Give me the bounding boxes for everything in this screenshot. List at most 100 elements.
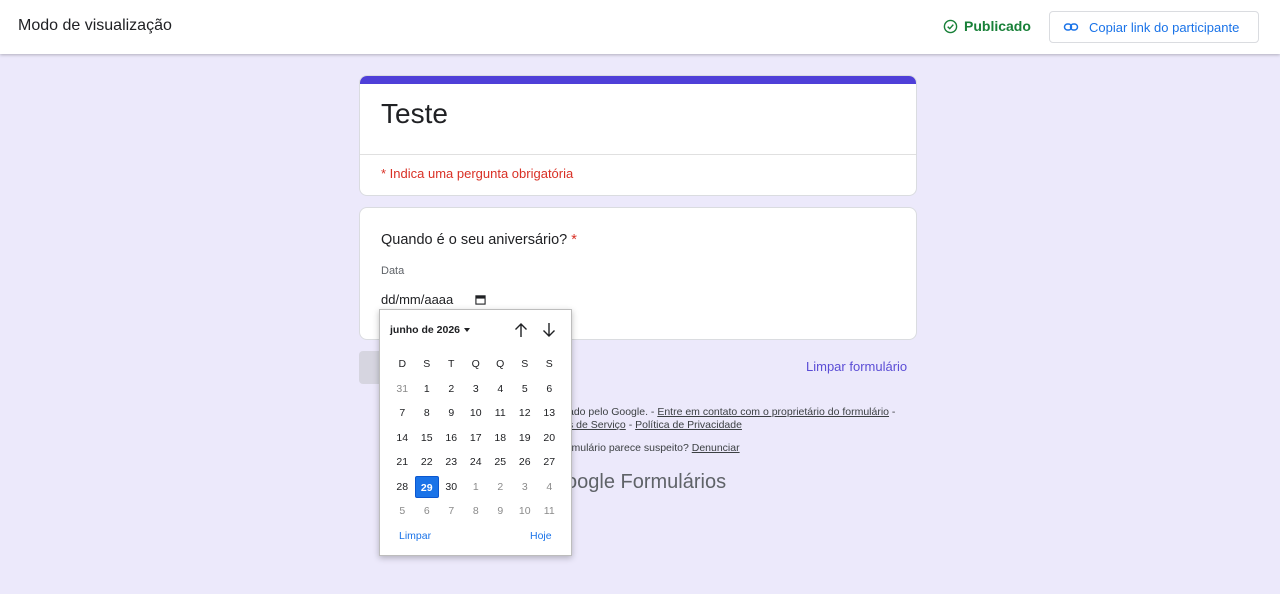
calendar-today-button[interactable]: Hoje (530, 530, 552, 542)
calendar-day[interactable]: 21 (390, 451, 415, 473)
link-icon (1063, 23, 1079, 31)
calendar-day[interactable]: 9 (488, 500, 513, 522)
calendar-day[interactable]: 11 (488, 402, 513, 424)
date-picker-popup: junho de 2026 D S T Q Q S S 31 1 2 3 4 5 6 7 8 9 10 11 12 13… (379, 309, 572, 556)
calendar-day[interactable]: 18 (488, 427, 513, 449)
weekday-label: S (423, 358, 431, 371)
calendar-day[interactable]: 9 (439, 402, 464, 424)
month-selector[interactable]: junho de 2026 (390, 324, 471, 336)
arrow-down-icon[interactable] (540, 321, 558, 339)
calendar-day[interactable]: 19 (513, 427, 538, 449)
weekday-label: D (398, 358, 407, 371)
calendar-day[interactable]: 4 (488, 378, 513, 400)
calendar-week-row: 14 15 16 17 18 19 20 (390, 426, 564, 451)
footer-text: rmulário parece suspeito? (568, 442, 692, 454)
calendar-day[interactable]: 31 (390, 378, 415, 400)
calendar-day[interactable]: 22 (415, 451, 440, 473)
required-asterisk: * (571, 232, 577, 248)
calendar-week-row: 7 8 9 10 11 12 13 (390, 401, 564, 426)
date-input[interactable]: dd/mm/aaaa (381, 292, 486, 307)
weekday-label: Q (496, 358, 505, 371)
report-link[interactable]: Denunciar (692, 442, 740, 454)
calendar-day[interactable]: 15 (415, 427, 440, 449)
google-forms-logo: oogle Formulários (566, 471, 726, 494)
date-input-placeholder: dd/mm/aaaa (381, 292, 454, 307)
weekday-header: DSTQQSS (390, 352, 564, 377)
brand-product: Formulários (614, 471, 727, 493)
calendar-day[interactable]: 7 (439, 500, 464, 522)
check-circle-icon (943, 19, 958, 33)
form-title: Teste (381, 98, 448, 129)
calendar-day[interactable]: 1 (415, 378, 440, 400)
calendar-day[interactable]: 13 (537, 402, 562, 424)
published-label: Publicado (964, 18, 1031, 34)
footer-separator: - (889, 406, 896, 418)
arrow-up-icon[interactable] (512, 321, 530, 339)
calendar-week-row: 5 6 7 8 9 10 11 (390, 499, 564, 524)
weekday-label: Q (471, 358, 480, 371)
footer-text: ado pelo Google. - (568, 406, 658, 418)
terms-link[interactable]: s de Serviço (568, 419, 626, 431)
contact-owner-link[interactable]: Entre em contato com o proprietário do f… (657, 406, 889, 418)
privacy-link[interactable]: Política de Privacidade (635, 419, 742, 431)
footer-report: rmulário parece suspeito? Denunciar (568, 442, 740, 454)
weekday-label: S (521, 358, 529, 371)
calendar-day[interactable]: 2 (488, 476, 513, 498)
calendar-day[interactable]: 14 (390, 427, 415, 449)
calendar-day[interactable]: 10 (513, 500, 538, 522)
calendar-day[interactable]: 3 (513, 476, 538, 498)
calendar-day[interactable]: 20 (537, 427, 562, 449)
caret-down-icon (464, 328, 471, 332)
clear-form-button[interactable]: Limpar formulário (806, 359, 907, 374)
calendar-day[interactable]: 8 (415, 402, 440, 424)
calendar-day[interactable]: 11 (537, 500, 562, 522)
form-accent-bar (360, 76, 916, 84)
calendar-week-row: 28 29 30 1 2 3 4 (390, 475, 564, 500)
calendar-day[interactable]: 27 (537, 451, 562, 473)
calendar-day[interactable]: 10 (464, 402, 489, 424)
required-note: * Indica uma pergunta obrigatória (381, 166, 574, 181)
calendar-day[interactable]: 3 (464, 378, 489, 400)
calendar-day[interactable]: 16 (439, 427, 464, 449)
calendar-day[interactable]: 7 (390, 402, 415, 424)
calendar-week-row: 21 22 23 24 25 26 27 (390, 450, 564, 475)
form-header-card: Teste * Indica uma pergunta obrigatória (359, 75, 917, 196)
calendar-day[interactable]: 24 (464, 451, 489, 473)
page-title: Modo de visualização (18, 17, 172, 34)
copy-participant-link-button[interactable]: Copiar link do participante (1049, 11, 1259, 43)
footer-links: s de Serviço - Política de Privacidade (568, 419, 742, 431)
calendar-day-selected[interactable]: 29 (414, 475, 439, 498)
calendar-day[interactable]: 23 (439, 451, 464, 473)
calendar-grid: D S T Q Q S S 31 1 2 3 4 5 6 7 8 9 10 11 12 13 14 15 16 17 18 19 20… (390, 352, 564, 524)
calendar-day[interactable]: 5 (513, 378, 538, 400)
copy-link-label: Copiar link do participante (1089, 19, 1240, 35)
date-field-label: Data (381, 265, 405, 277)
header-divider (360, 154, 916, 155)
question-label: Quando é o seu aniversário? (381, 232, 568, 248)
footer-separator: - (625, 419, 636, 431)
calendar-day[interactable]: 17 (464, 427, 489, 449)
calendar-day[interactable]: 25 (488, 451, 513, 473)
calendar-day[interactable]: 1 (464, 476, 489, 498)
month-label: junho de 2026 (390, 324, 461, 336)
calendar-day[interactable]: 26 (513, 451, 538, 473)
published-status: Publicado (943, 18, 1031, 34)
question-text: Quando é o seu aniversário? * (381, 232, 577, 248)
weekday-label: T (448, 358, 455, 371)
footer-disclaimer: ado pelo Google. - Entre em contato com … (568, 406, 895, 418)
calendar-day[interactable]: 6 (415, 500, 440, 522)
brand-google: oogle (566, 471, 615, 493)
calendar-day[interactable]: 12 (513, 402, 538, 424)
calendar-icon[interactable] (475, 294, 486, 305)
weekday-label: S (545, 358, 553, 371)
calendar-day[interactable]: 2 (439, 378, 464, 400)
calendar-day[interactable]: 4 (537, 476, 562, 498)
calendar-day[interactable]: 28 (390, 476, 415, 498)
calendar-day[interactable]: 30 (439, 476, 464, 498)
calendar-day[interactable]: 6 (537, 378, 562, 400)
calendar-day[interactable]: 5 (390, 500, 415, 522)
calendar-clear-button[interactable]: Limpar (399, 530, 431, 542)
calendar-day[interactable]: 8 (464, 500, 489, 522)
calendar-week-row: 31 1 2 3 4 5 6 (390, 377, 564, 402)
top-bar: Modo de visualização Publicado Copiar li… (0, 0, 1280, 54)
